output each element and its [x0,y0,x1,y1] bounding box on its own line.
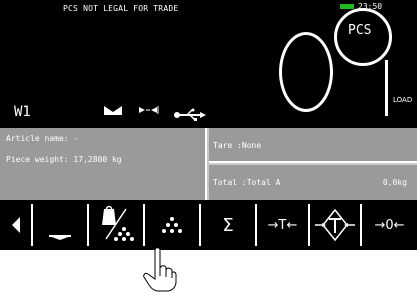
pointing-hand-icon [143,247,177,292]
channel-label: W1 [14,104,31,120]
piece-weight: Piece weight: 17,2800 kg [6,155,122,164]
tare-key[interactable]: →T← [255,204,308,246]
pieces-dots-icon [162,217,182,233]
triangle-left-icon [11,217,20,233]
scroll-left-key[interactable] [0,204,31,246]
total-value: 0,0kg [382,178,407,187]
underscore-key[interactable] [31,204,87,246]
weight-value [279,32,333,112]
digit-stroke [385,60,388,116]
pieces-key[interactable] [143,204,199,246]
center-zero-icon [139,106,159,114]
legal-notice: PCS NOT LEGAL FOR TRADE [63,4,179,13]
weight-display: PCS NOT LEGAL FOR TRADE 23:50 PCS LOAD W… [0,0,417,128]
sum-key[interactable]: Σ [199,204,255,246]
unit-label: PCS [348,23,372,38]
usb-icon [174,108,206,121]
sigma-icon: Σ [222,214,234,236]
zero-indicator-icon [104,106,122,115]
info-panel: Article name: - Piece weight: 17,2800 kg… [0,128,417,200]
preset-tare-key[interactable] [308,204,360,246]
battery-icon [340,4,354,9]
total-text: Total :Total A [213,178,281,187]
zero-icon: →0← [374,217,405,233]
underscore-icon [49,235,71,240]
preset-tare-icon [315,208,355,242]
function-key-bar: Σ →T← →0← [0,200,417,250]
zero-key[interactable]: →0← [360,204,417,246]
tare-icon: →T← [267,217,298,233]
article-panel: Article name: - Piece weight: 17,2800 kg [0,128,207,200]
total-panel: Total :Total A 0,0kg [209,165,417,200]
tare-panel: Tare :None [209,128,417,163]
article-name: Article name: - [6,134,79,143]
weight-divide-pieces-icon [102,205,134,241]
piece-weight-key[interactable] [87,204,143,246]
load-label: LOAD [393,96,413,104]
tare-text: Tare :None [213,141,262,150]
